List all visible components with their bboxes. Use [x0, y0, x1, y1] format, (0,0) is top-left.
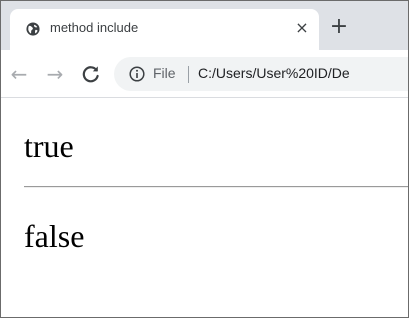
globe-icon: [26, 22, 40, 36]
browser-window: method include × + ← → File C:/Users/Use…: [0, 0, 409, 318]
horizontal-rule: [24, 186, 408, 188]
tab-strip: method include × +: [1, 1, 408, 50]
address-bar[interactable]: File C:/Users/User%20ID/De: [114, 57, 408, 91]
scheme-label: File: [153, 65, 176, 81]
page-content: true false: [1, 98, 408, 317]
output-line-true: true: [24, 128, 74, 164]
tab-method-include[interactable]: method include ×: [10, 9, 319, 50]
url-text[interactable]: C:/Users/User%20ID/De: [198, 65, 350, 81]
output-line-false: false: [24, 218, 85, 254]
tab-close-icon[interactable]: ×: [292, 18, 312, 38]
tab-title: method include: [50, 20, 139, 35]
reload-button[interactable]: [78, 61, 104, 87]
reload-icon: [82, 66, 99, 83]
info-icon[interactable]: [129, 66, 145, 82]
omnibox-divider: [188, 66, 189, 83]
back-button[interactable]: ←: [6, 61, 32, 87]
toolbar: ← → File C:/Users/User%20ID/De: [1, 50, 408, 98]
new-tab-button[interactable]: +: [327, 15, 351, 39]
forward-button[interactable]: →: [42, 61, 68, 87]
